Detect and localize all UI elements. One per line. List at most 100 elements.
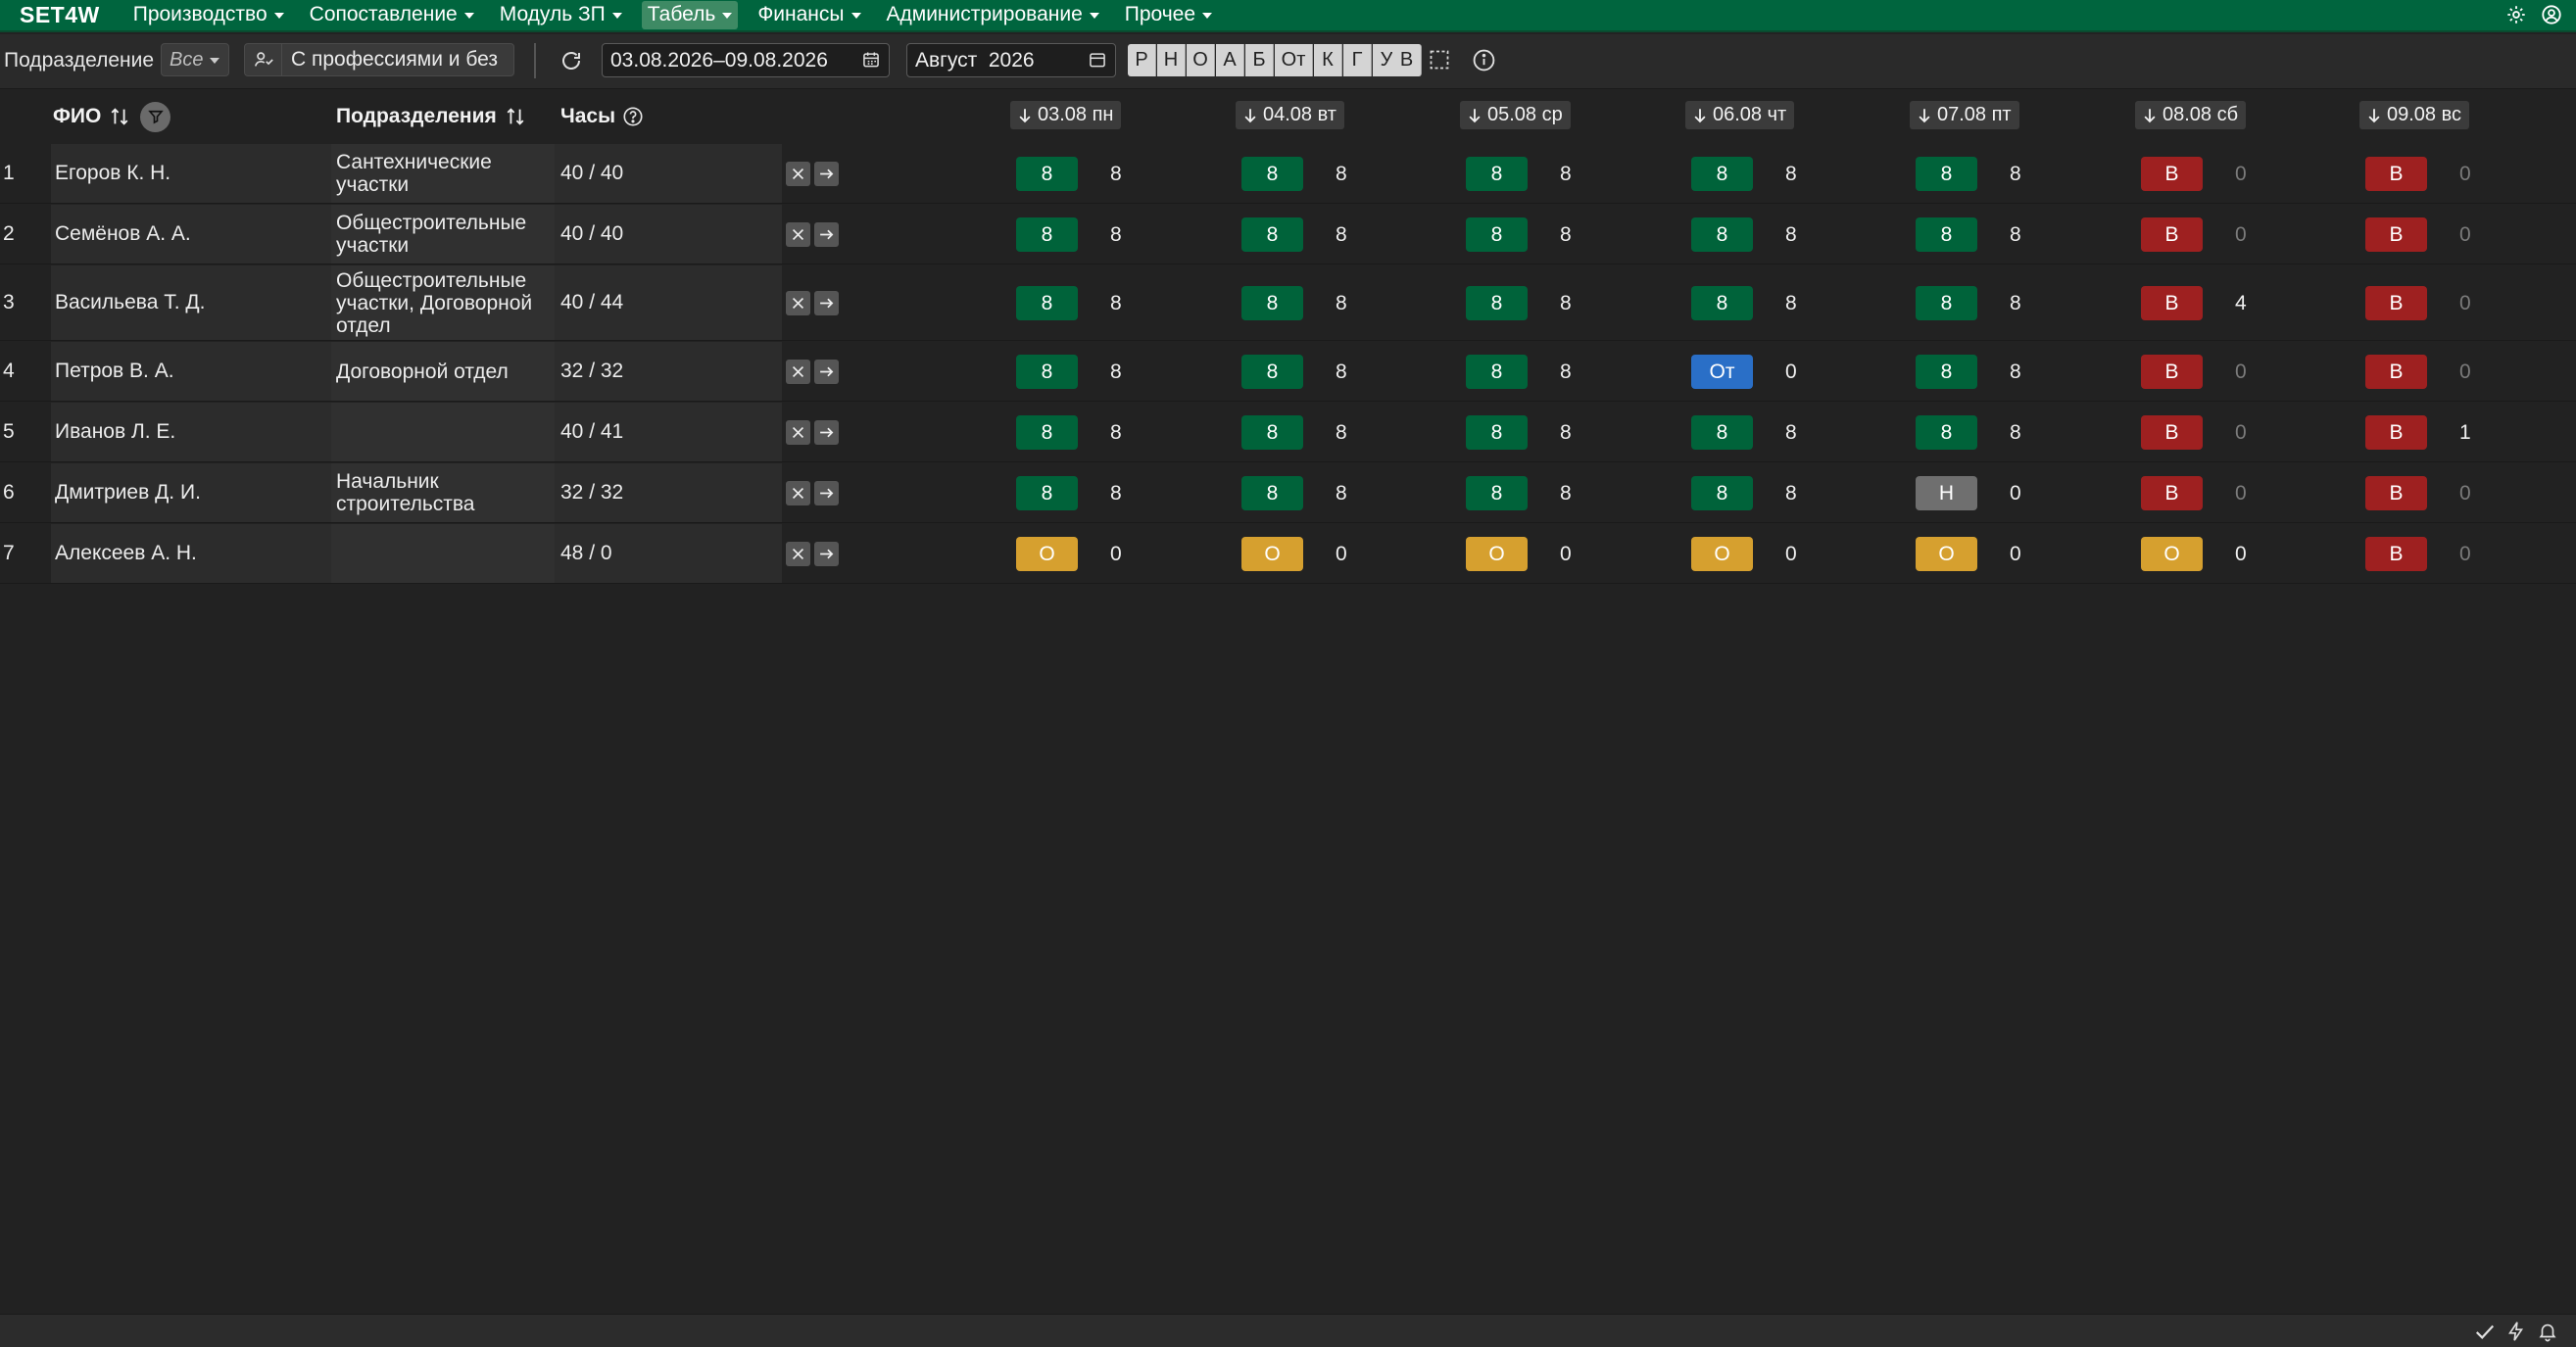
day-hours-value[interactable]: 8 — [1336, 292, 1347, 315]
day-hours-value[interactable]: 0 — [2010, 482, 2021, 505]
day-type-badge[interactable]: 8 — [1241, 286, 1303, 320]
user-account-icon[interactable] — [2541, 4, 2562, 31]
division-select[interactable]: Все — [161, 43, 229, 76]
day-type-badge[interactable]: В — [2141, 157, 2203, 191]
sort-icon[interactable] — [505, 106, 526, 127]
gear-icon[interactable] — [2505, 4, 2527, 31]
date-range-input[interactable]: 03.08.2026–09.08.2026 — [602, 43, 890, 77]
fill-row-button[interactable] — [814, 291, 839, 315]
day-hours-value[interactable]: 8 — [2010, 163, 2021, 186]
day-type-button-4[interactable]: Б — [1245, 44, 1274, 76]
day-hours-value[interactable]: 8 — [2010, 292, 2021, 315]
day-hours-value[interactable]: 8 — [1785, 163, 1797, 186]
day-type-badge[interactable]: О — [2141, 537, 2203, 571]
day-hours-value[interactable]: 0 — [2459, 361, 2471, 384]
day-hours-value[interactable]: 8 — [1560, 421, 1572, 445]
day-type-button-1[interactable]: Н — [1157, 44, 1186, 76]
nav-item-4[interactable]: Финансы — [752, 1, 866, 29]
day-hours-value[interactable]: 1 — [2459, 421, 2471, 445]
day-hours-value[interactable]: 0 — [1785, 543, 1797, 566]
check-icon[interactable] — [2474, 1321, 2496, 1347]
day-type-badge[interactable]: О — [1916, 537, 1977, 571]
refresh-icon[interactable] — [559, 49, 583, 72]
day-hours-value[interactable]: 0 — [2235, 223, 2247, 247]
day-type-badge[interactable]: 8 — [1691, 217, 1753, 252]
fill-row-button[interactable] — [814, 360, 839, 384]
day-type-badge[interactable]: 8 — [1466, 476, 1528, 510]
day-type-badge[interactable]: Н — [1916, 476, 1977, 510]
day-type-badge[interactable]: В — [2141, 355, 2203, 389]
day-hours-value[interactable]: 8 — [1336, 163, 1347, 186]
clear-row-button[interactable] — [786, 162, 810, 186]
day-type-badge[interactable]: 8 — [1466, 217, 1528, 252]
day-type-badge[interactable]: 8 — [1241, 217, 1303, 252]
employee-name[interactable]: Иванов Л. Е. — [51, 403, 331, 461]
filter-icon[interactable] — [140, 101, 171, 132]
day-type-button-5[interactable]: От — [1275, 44, 1313, 76]
clear-row-button[interactable] — [786, 291, 810, 315]
day-type-badge[interactable]: В — [2365, 355, 2427, 389]
day-hours-value[interactable]: 8 — [1560, 163, 1572, 186]
fill-row-button[interactable] — [814, 481, 839, 505]
day-type-badge[interactable]: О — [1016, 537, 1078, 571]
day-hours-value[interactable]: 8 — [1110, 223, 1122, 247]
day-hours-value[interactable]: 8 — [1785, 223, 1797, 247]
day-hours-value[interactable]: 8 — [1110, 292, 1122, 315]
day-hours-value[interactable]: 0 — [2459, 223, 2471, 247]
day-hours-value[interactable]: 8 — [2010, 361, 2021, 384]
day-hours-value[interactable]: 8 — [1336, 482, 1347, 505]
day-hours-value[interactable]: 8 — [1785, 482, 1797, 505]
employee-name[interactable]: Васильева Т. Д. — [51, 265, 331, 340]
day-type-badge[interactable]: 8 — [1241, 157, 1303, 191]
day-hours-value[interactable]: 0 — [2459, 163, 2471, 186]
day-type-badge[interactable]: В — [2141, 217, 2203, 252]
month-picker-input[interactable]: Август 2026 — [906, 43, 1116, 77]
day-hours-value[interactable]: 8 — [2010, 421, 2021, 445]
day-type-badge[interactable]: 8 — [1016, 157, 1078, 191]
day-hours-value[interactable]: 0 — [2235, 543, 2247, 566]
column-header-division[interactable]: Подразделения — [336, 90, 526, 143]
day-type-badge[interactable]: 8 — [1466, 415, 1528, 450]
fill-row-button[interactable] — [814, 420, 839, 445]
day-hours-value[interactable]: 8 — [1785, 421, 1797, 445]
nav-item-5[interactable]: Администрирование — [881, 1, 1105, 29]
help-icon[interactable] — [622, 106, 644, 127]
day-type-badge[interactable]: 8 — [1016, 415, 1078, 450]
day-hours-value[interactable]: 0 — [2459, 543, 2471, 566]
day-hours-value[interactable]: 0 — [1560, 543, 1572, 566]
clear-row-button[interactable] — [786, 360, 810, 384]
day-type-badge[interactable]: 8 — [1016, 217, 1078, 252]
clear-row-button[interactable] — [786, 222, 810, 247]
day-type-button-9[interactable]: В — [1392, 44, 1422, 76]
nav-item-6[interactable]: Прочее — [1119, 1, 1218, 29]
lightning-icon[interactable] — [2505, 1321, 2527, 1347]
day-type-badge[interactable]: 8 — [1466, 157, 1528, 191]
selection-box-icon[interactable] — [1428, 48, 1451, 72]
day-type-badge[interactable]: О — [1241, 537, 1303, 571]
day-type-button-6[interactable]: К — [1314, 44, 1342, 76]
day-column-header-4[interactable]: 07.08 пт — [1910, 101, 2019, 129]
day-type-badge[interactable]: В — [2141, 415, 2203, 450]
day-hours-value[interactable]: 0 — [2235, 163, 2247, 186]
day-hours-value[interactable]: 8 — [1560, 361, 1572, 384]
day-type-badge[interactable]: 8 — [1016, 286, 1078, 320]
day-column-header-2[interactable]: 05.08 ср — [1460, 101, 1571, 129]
day-hours-value[interactable]: 8 — [1336, 421, 1347, 445]
clear-row-button[interactable] — [786, 420, 810, 445]
day-type-button-7[interactable]: Г — [1343, 44, 1372, 76]
day-hours-value[interactable]: 0 — [1785, 361, 1797, 384]
day-type-badge[interactable]: В — [2365, 415, 2427, 450]
day-type-badge[interactable]: 8 — [1466, 286, 1528, 320]
day-hours-value[interactable]: 8 — [1110, 482, 1122, 505]
employee-name[interactable]: Алексеев А. Н. — [51, 524, 331, 583]
day-type-badge[interactable]: 8 — [1691, 415, 1753, 450]
nav-item-0[interactable]: Производство — [127, 1, 290, 29]
clear-row-button[interactable] — [786, 481, 810, 505]
day-type-badge[interactable]: 8 — [1916, 157, 1977, 191]
day-column-header-5[interactable]: 08.08 сб — [2135, 101, 2247, 129]
employee-name[interactable]: Егоров К. Н. — [51, 144, 331, 203]
day-type-badge[interactable]: В — [2141, 476, 2203, 510]
brand-logo[interactable]: SET4W — [20, 2, 100, 28]
day-column-header-6[interactable]: 09.08 вс — [2359, 101, 2470, 129]
day-type-badge[interactable]: 8 — [1016, 476, 1078, 510]
